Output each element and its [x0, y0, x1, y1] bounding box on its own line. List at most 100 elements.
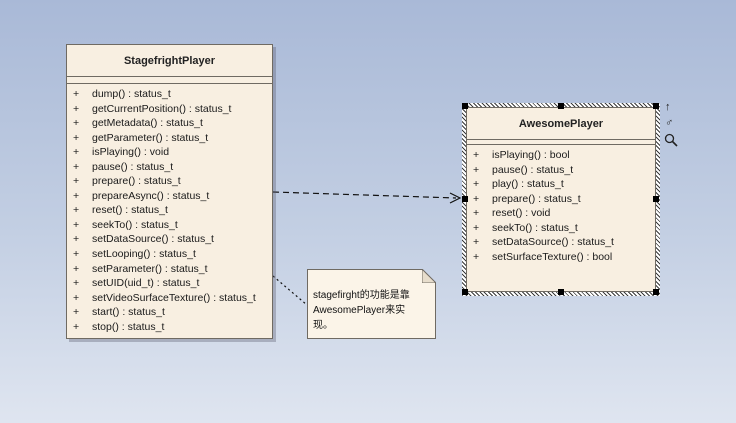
operation-signature: setLooping() : status_t	[92, 248, 196, 261]
operation-row[interactable]: + setVideoSurfaceTexture() : status_t	[67, 291, 272, 306]
operation-signature: dump() : status_t	[92, 88, 171, 100]
operation-signature: start() : status_t	[92, 306, 165, 319]
visibility-marker: +	[73, 320, 80, 333]
note-link-line[interactable]	[272, 275, 308, 306]
operation-row[interactable]: + prepare() : status_t	[67, 174, 272, 189]
resize-handle-n[interactable]	[558, 103, 564, 109]
visibility-marker: +	[73, 175, 80, 188]
operation-row[interactable]: + getParameter() : status_t	[67, 131, 272, 146]
visibility-marker: +	[73, 117, 80, 130]
attributes-compartment	[67, 77, 272, 84]
note-line: AwesomePlayer来实	[313, 305, 406, 316]
operation-row[interactable]: + reset() : void	[467, 206, 655, 221]
class-name: StagefrightPlayer	[67, 45, 272, 77]
visibility-marker: +	[73, 160, 80, 173]
operation-row[interactable]: + isPlaying() : void	[67, 145, 272, 160]
visibility-marker: +	[73, 189, 80, 202]
operation-row[interactable]: + prepareAsync() : status_t	[67, 189, 272, 204]
class-awesome-player[interactable]: AwesomePlayer + isPlaying() : bool + pause(…	[466, 107, 656, 292]
visibility-marker: +	[73, 146, 80, 159]
zoom-icon[interactable]	[664, 133, 678, 150]
visibility-marker: +	[473, 207, 480, 220]
operation-row[interactable]: + seekTo() : status_t	[467, 221, 655, 236]
visibility-marker: +	[73, 277, 80, 290]
note-fold-corner	[422, 269, 436, 283]
operation-signature: setParameter() : status_t	[92, 262, 208, 275]
visibility-marker: +	[473, 192, 480, 205]
operation-row[interactable]: + setParameter() : status_t	[67, 262, 272, 277]
visibility-marker: +	[73, 102, 80, 115]
visibility-marker: +	[473, 221, 480, 234]
class-stagefright-player[interactable]: StagefrightPlayer + dump() : status_t + get…	[66, 44, 273, 339]
operation-row[interactable]: + setUID(uid_t) : status_t	[67, 276, 272, 291]
operation-signature: prepare() : status_t	[92, 175, 181, 188]
operation-signature: setSurfaceTexture() : bool	[492, 250, 613, 263]
operation-signature: pause() : status_t	[492, 163, 574, 176]
operation-signature: setDataSource() : status_t	[92, 233, 214, 246]
operation-signature: reset() : void	[492, 207, 551, 220]
visibility-marker: +	[73, 233, 80, 246]
visibility-marker: +	[73, 306, 80, 319]
operation-row[interactable]: + stop() : status_t	[67, 320, 272, 335]
class-name: AwesomePlayer	[467, 108, 655, 140]
operation-row[interactable]: + setSurfaceTexture() : bool	[467, 250, 655, 265]
visibility-marker: +	[473, 236, 480, 249]
operation-row[interactable]: + prepare() : status_t	[467, 192, 655, 207]
resize-handle-sw[interactable]	[462, 289, 468, 295]
visibility-marker: +	[73, 88, 80, 100]
operations-compartment: + isPlaying() : bool + pause() : status_t + p…	[467, 145, 655, 264]
operation-signature: setUID(uid_t) : status_t	[92, 277, 200, 290]
visibility-marker: +	[73, 204, 80, 217]
operation-row[interactable]: + seekTo() : status_t	[67, 218, 272, 233]
operation-row[interactable]: + setDataSource() : status_t	[67, 232, 272, 247]
resize-handle-nw[interactable]	[462, 103, 468, 109]
visibility-marker: +	[73, 218, 80, 231]
operation-signature: isPlaying() : bool	[492, 149, 570, 161]
arrow-up-icon[interactable]: ↑	[665, 101, 671, 113]
resize-handle-s[interactable]	[558, 289, 564, 295]
operation-row[interactable]: + dump() : status_t	[67, 87, 272, 102]
note-line: stagefirght的功能是靠	[313, 290, 410, 301]
resize-handle-e[interactable]	[653, 196, 659, 202]
operation-signature: getParameter() : status_t	[92, 131, 209, 144]
operation-signature: getCurrentPosition() : status_t	[92, 102, 232, 115]
operation-row[interactable]: + reset() : status_t	[67, 203, 272, 218]
operation-signature: prepareAsync() : status_t	[92, 189, 210, 202]
visibility-marker: +	[73, 291, 80, 304]
note-box[interactable]: stagefirght的功能是靠 AwesomePlayer来实 现。	[307, 269, 436, 339]
resize-handle-w[interactable]	[462, 196, 468, 202]
operation-row[interactable]: + setLooping() : status_t	[67, 247, 272, 262]
operation-row[interactable]: + start() : status_t	[67, 305, 272, 320]
operation-signature: setVideoSurfaceTexture() : status_t	[92, 291, 256, 304]
operation-row[interactable]: + getMetadata() : status_t	[67, 116, 272, 131]
operation-signature: seekTo() : status_t	[92, 218, 178, 231]
dependency-line[interactable]	[272, 191, 457, 199]
operation-row[interactable]: + setDataSource() : status_t	[467, 235, 655, 250]
visibility-marker: +	[473, 250, 480, 263]
note-text: stagefirght的功能是靠 AwesomePlayer来实 现。	[313, 288, 431, 333]
operation-row[interactable]: + pause() : status_t	[467, 163, 655, 178]
link-icon[interactable]: ♂	[665, 117, 673, 129]
visibility-marker: +	[73, 262, 80, 275]
operation-signature: reset() : status_t	[92, 204, 168, 217]
visibility-marker: +	[73, 131, 80, 144]
operation-signature: play() : status_t	[492, 178, 564, 191]
operation-row[interactable]: + getCurrentPosition() : status_t	[67, 102, 272, 117]
note-line: 现。	[313, 320, 333, 331]
operation-signature: seekTo() : status_t	[492, 221, 578, 234]
operation-row[interactable]: + isPlaying() : bool	[467, 148, 655, 163]
operation-row[interactable]: + pause() : status_t	[67, 160, 272, 175]
operations-compartment: + dump() : status_t + getCurrentPosition() …	[67, 84, 272, 334]
operation-signature: setDataSource() : status_t	[492, 236, 614, 249]
visibility-marker: +	[473, 178, 480, 191]
operation-signature: isPlaying() : void	[92, 146, 170, 159]
visibility-marker: +	[473, 149, 480, 161]
visibility-marker: +	[473, 163, 480, 176]
visibility-marker: +	[73, 248, 80, 261]
operation-signature: prepare() : status_t	[492, 192, 581, 205]
operation-row[interactable]: + play() : status_t	[467, 177, 655, 192]
resize-handle-ne[interactable]	[653, 103, 659, 109]
selection-frame[interactable]: AwesomePlayer + isPlaying() : bool + pause(…	[462, 103, 660, 296]
operation-signature: stop() : status_t	[92, 320, 165, 333]
resize-handle-se[interactable]	[653, 289, 659, 295]
